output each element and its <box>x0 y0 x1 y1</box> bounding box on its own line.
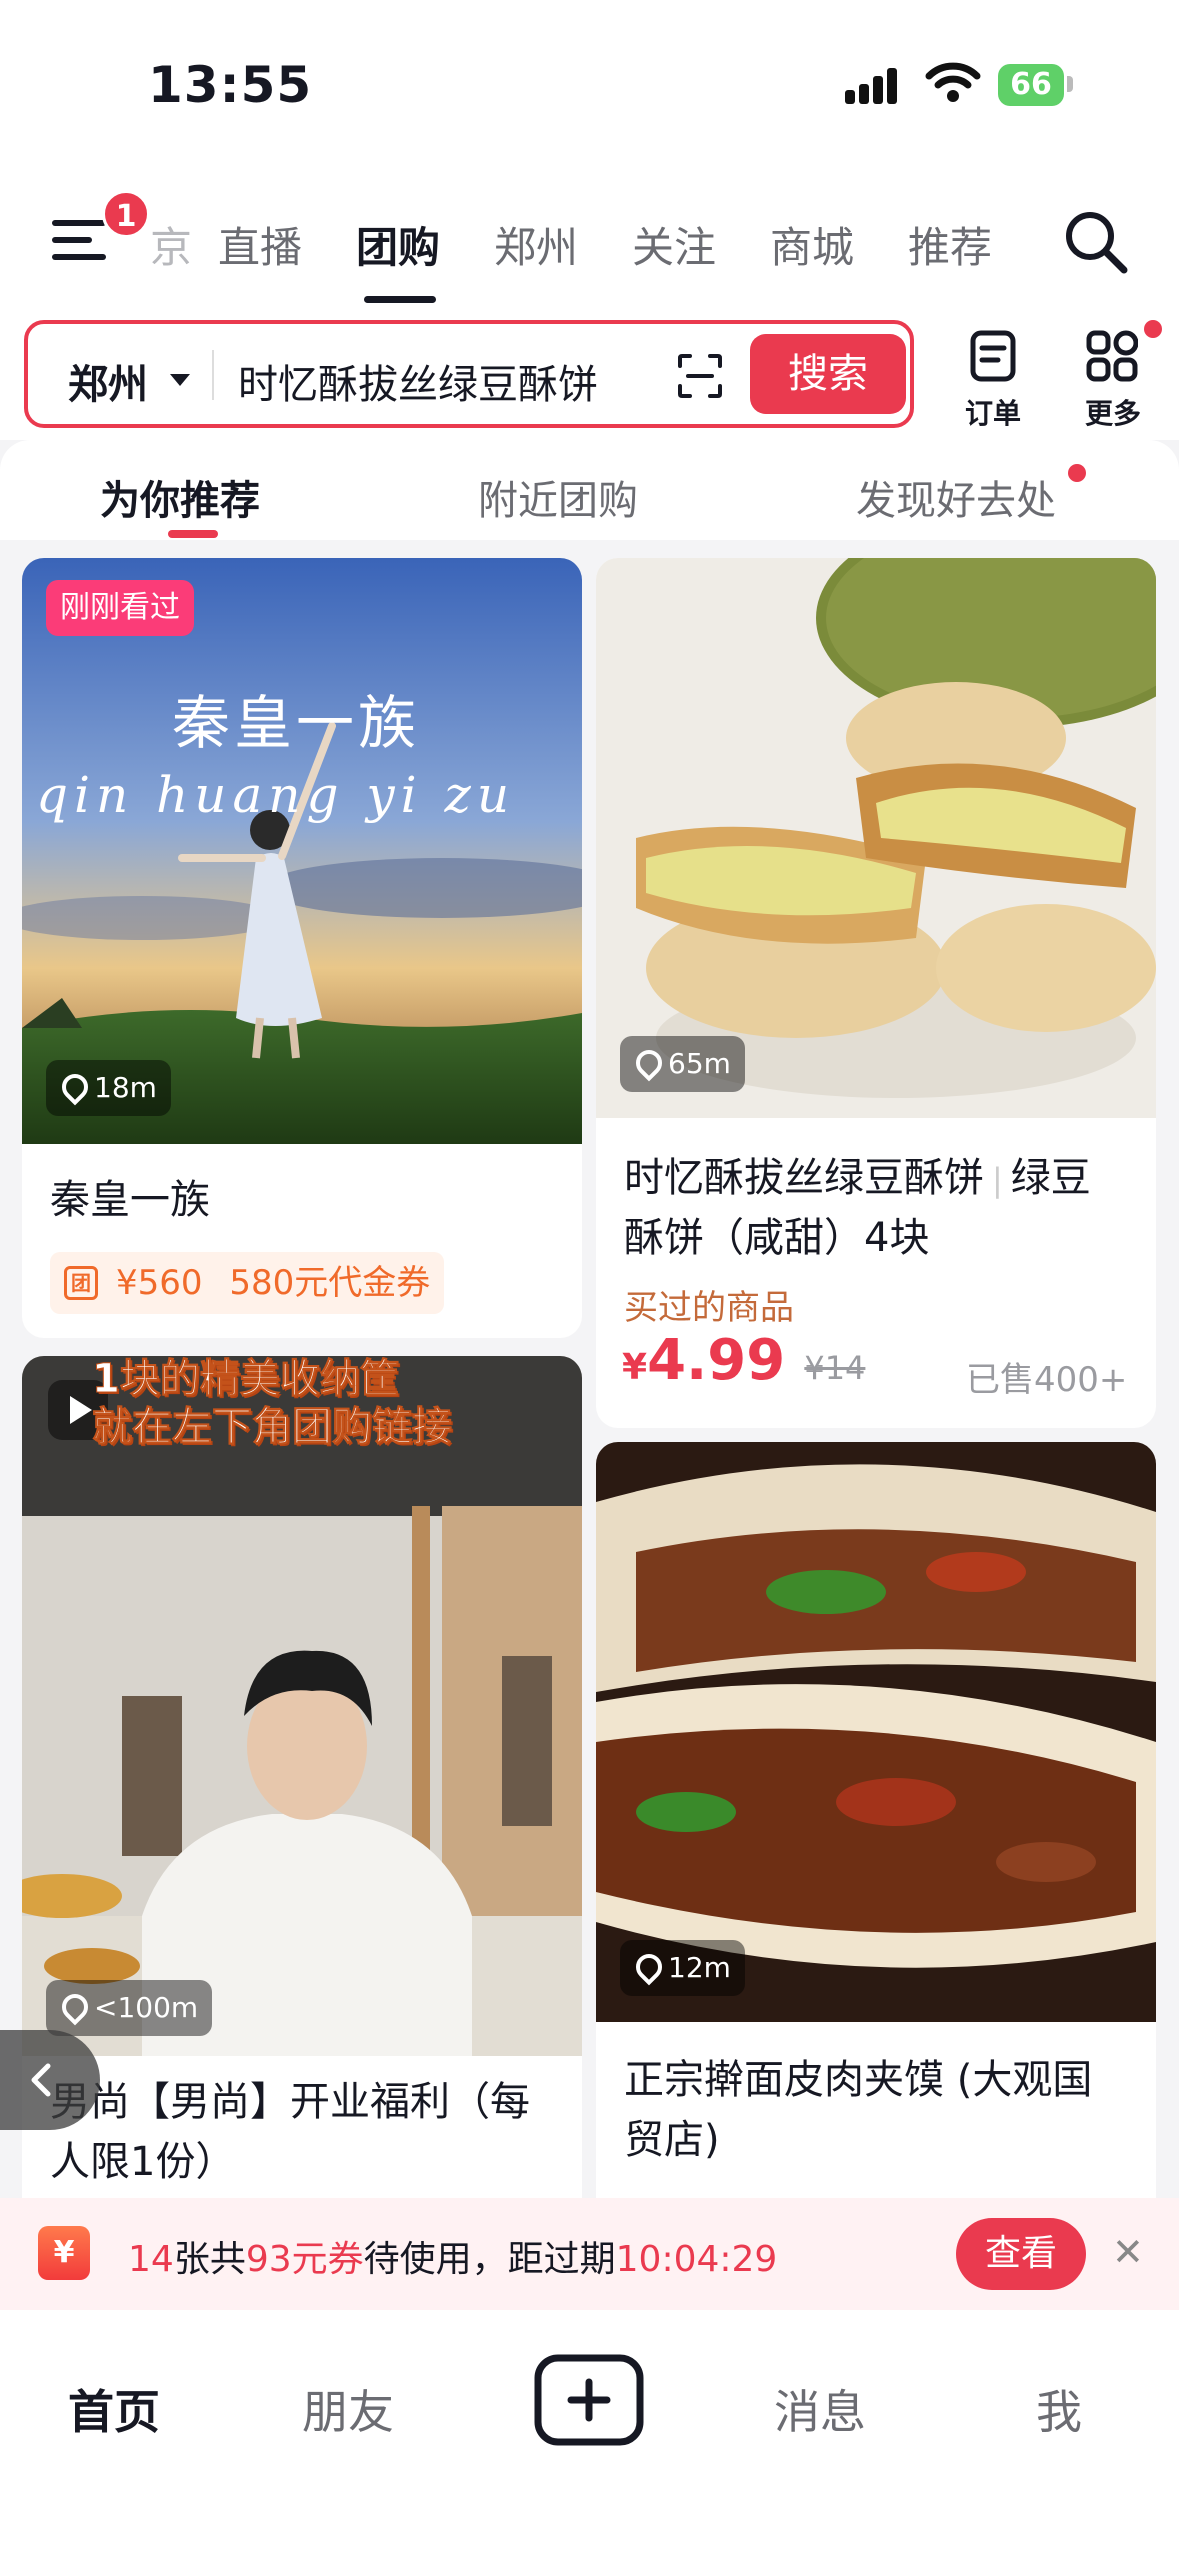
mung-bean-cake-photo <box>596 558 1156 1118</box>
card-title-line2: 人限1份） <box>50 2139 236 2185</box>
search-box[interactable]: 郑州 时忆酥拔丝绿豆酥饼 搜索 <box>24 320 914 428</box>
roujiamo-photo <box>596 1442 1156 2022</box>
sub-tabs: 为你推荐 附近团购 发现好去处 <box>0 440 1179 540</box>
battery-tip <box>1067 76 1073 92</box>
group-buy-icon: 团 <box>64 1266 98 1300</box>
status-bar: 13:55 66 <box>0 0 1179 170</box>
search-button[interactable]: 搜索 <box>750 334 906 414</box>
close-icon[interactable]: ✕ <box>1112 2230 1144 2274</box>
card-title-line2: 酥饼（咸甜）4块 <box>624 1215 930 1261</box>
tab-following[interactable]: 关注 <box>632 214 716 275</box>
search-row: 郑州 时忆酥拔丝绿豆酥饼 搜索 订单 更多 <box>0 310 1179 440</box>
nav-friends[interactable]: 朋友 <box>302 2376 394 2442</box>
card-roujiamo[interactable]: 12m 正宗擀面皮肉夹馍 (大观国 贸店) <box>596 1442 1156 2262</box>
nav-home[interactable]: 首页 <box>68 2376 160 2442</box>
card-title-line1: 时忆酥拔丝绿豆酥饼 | 绿豆 <box>624 1155 1091 1201</box>
side-back-button[interactable] <box>0 2030 100 2130</box>
distance-label: 65m <box>620 1036 745 1092</box>
chevron-left-icon <box>31 2063 51 2097</box>
price-row: ¥4.99 ¥14 <box>622 1328 865 1393</box>
coupon-text: 14张共93元券待使用，距过期10:04:29 <box>128 2239 778 2280</box>
voucher-tag: 团 ¥560 580元代金券 <box>50 1252 445 1314</box>
tab-mall[interactable]: 商城 <box>770 214 854 275</box>
price-symbol: ¥ <box>622 1347 648 1388</box>
card-title-line1: 正宗擀面皮肉夹馍 (大观国 <box>624 2057 1093 2103</box>
original-price: ¥14 <box>804 1349 866 1387</box>
more-button[interactable]: 更多 <box>1068 320 1162 430</box>
view-coupons-button[interactable]: 查看 <box>956 2218 1086 2290</box>
tab-partial[interactable]: 京 <box>150 214 192 275</box>
bottom-nav: 首页 朋友 消息 我 <box>0 2310 1179 2556</box>
voucher-price: ¥560 <box>116 1263 203 1303</box>
top-nav: 1 京 直播 团购 郑州 关注 商城 推荐 <box>0 170 1179 310</box>
distance-label: <100m <box>46 1980 213 2036</box>
more-notification-dot <box>1144 320 1162 338</box>
overlay-pinyin: qin huang yi zu <box>36 766 516 824</box>
distance-label: 18m <box>46 1060 171 1116</box>
active-subtab-indicator <box>168 530 218 538</box>
discover-notification-dot <box>1068 464 1086 482</box>
subtab-for-you[interactable]: 为你推荐 <box>100 468 260 526</box>
city-selector[interactable]: 郑州 <box>68 352 148 410</box>
card-title: 秦皇一族 <box>50 1177 210 1223</box>
orders-icon <box>970 330 1016 382</box>
active-tab-indicator <box>364 296 436 303</box>
distance-label: 12m <box>620 1940 745 1996</box>
coupon-icon: ¥ <box>38 2226 90 2280</box>
chevron-down-icon <box>170 374 190 386</box>
create-plus-button[interactable] <box>534 2354 644 2446</box>
tab-zhengzhou[interactable]: 郑州 <box>494 214 578 275</box>
notification-badge: 1 <box>102 190 150 238</box>
coupon-banner[interactable]: ¥ 14张共93元券待使用，距过期10:04:29 查看 ✕ <box>0 2198 1179 2310</box>
tab-group-buy[interactable]: 团购 <box>356 214 440 275</box>
card-qinhuang[interactable]: 刚刚看过 秦皇一族 qin huang yi zu 18m 秦皇一族 团 ¥56… <box>22 558 582 1338</box>
store-video-thumbnail <box>22 1356 582 2056</box>
card-title-line2: 贸店) <box>624 2117 720 2163</box>
overlay-title: 秦皇一族 <box>172 689 421 757</box>
voucher-text: 580元代金券 <box>229 1263 431 1303</box>
card-nanshang[interactable]: 1块的精美收纳筐 就在左下角团购链接 <100m 男尚【男尚】开业福利（每 人限… <box>22 1356 582 2256</box>
nav-me[interactable]: 我 <box>1036 2376 1082 2442</box>
orders-button[interactable]: 订单 <box>948 326 1038 430</box>
overlay-caption-2: 就在左下角团购链接 <box>92 1404 453 1451</box>
grid-icon <box>1086 330 1138 382</box>
sold-count: 已售400+ <box>966 1360 1128 1400</box>
screen: 13:55 66 1 京 直播 团购 郑州 关注 商城 推荐 郑州 时忆酥拔丝绿… <box>0 0 1179 2556</box>
cellular-signal-icon <box>845 66 905 104</box>
search-icon[interactable] <box>1062 208 1130 276</box>
battery-icon: 66 <box>998 64 1064 106</box>
card-mung-bean-cake[interactable]: 65m 时忆酥拔丝绿豆酥饼 | 绿豆 酥饼（咸甜）4块 买过的商品 ¥4.99 ¥1… <box>596 558 1156 1428</box>
wifi-icon <box>925 62 981 102</box>
purchased-note: 买过的商品 <box>624 1288 794 1328</box>
subtab-nearby[interactable]: 附近团购 <box>478 468 638 526</box>
landscape-photo <box>22 558 582 1144</box>
orders-label: 订单 <box>964 397 1021 430</box>
more-label: 更多 <box>1084 397 1141 430</box>
tab-recommend[interactable]: 推荐 <box>908 214 992 275</box>
status-time: 13:55 <box>148 56 313 114</box>
nav-messages[interactable]: 消息 <box>774 2376 866 2442</box>
scan-icon[interactable] <box>676 352 724 400</box>
price: 4.99 <box>647 1328 786 1393</box>
search-input[interactable]: 时忆酥拔丝绿豆酥饼 <box>238 352 598 410</box>
recently-viewed-tag: 刚刚看过 <box>46 580 194 636</box>
menu-icon[interactable] <box>52 220 106 260</box>
divider <box>212 350 214 400</box>
subtab-discover[interactable]: 发现好去处 <box>856 468 1056 526</box>
card-title-line1: 男尚【男尚】开业福利（每 <box>50 2079 530 2125</box>
tab-live[interactable]: 直播 <box>218 214 302 275</box>
